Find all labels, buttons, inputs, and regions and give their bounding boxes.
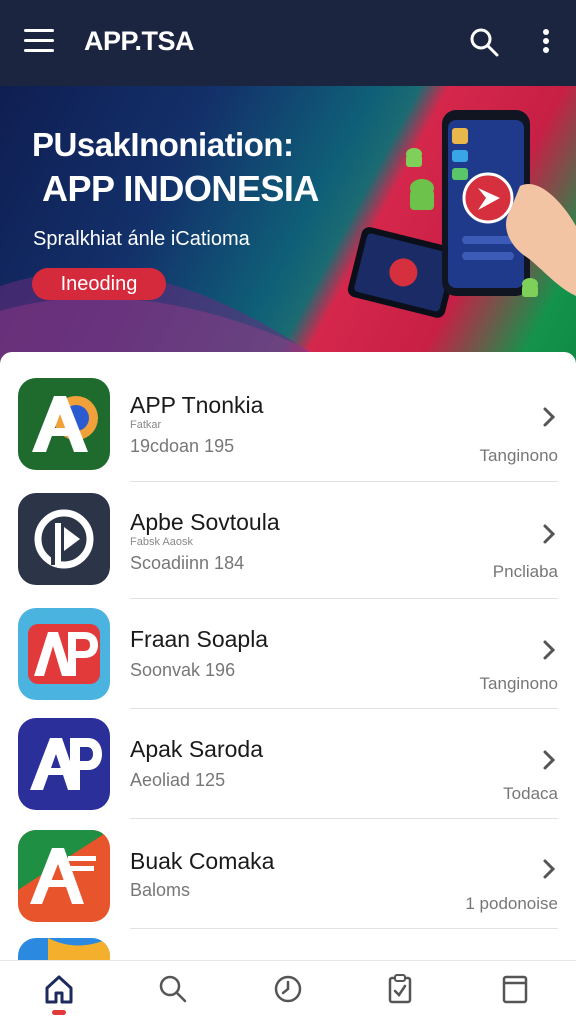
app-icon-partial bbox=[18, 938, 110, 962]
clock-icon[interactable] bbox=[272, 973, 304, 1005]
more-vertical-icon[interactable] bbox=[536, 26, 556, 58]
list-item[interactable]: Fraan Soapla Soonvak 196 Tanginono bbox=[0, 598, 576, 709]
app-meta: Scoadiinn 184 bbox=[130, 553, 245, 573]
a-flag-icon bbox=[18, 830, 110, 922]
app-meta: 19cdoan 195 bbox=[130, 436, 235, 456]
hamburger-menu-icon[interactable] bbox=[24, 29, 54, 53]
search-icon[interactable] bbox=[157, 973, 189, 1005]
list-item[interactable]: Buak Comaka Baloms 1 podonoise bbox=[0, 818, 576, 930]
top-app-bar: APP.TSA bbox=[0, 0, 576, 86]
app-category: 1 podonoise bbox=[465, 894, 558, 913]
home-icon[interactable] bbox=[43, 973, 75, 1005]
app-title: Apak Saroda bbox=[130, 736, 263, 762]
app-meta: Aeoliad 125 bbox=[130, 770, 226, 790]
app-category: Pncliaba bbox=[492, 562, 558, 581]
chevron-right-icon[interactable] bbox=[540, 749, 558, 771]
app-title: Buak Comaka bbox=[130, 848, 275, 874]
list-item[interactable]: APP Tnonkia Fatkar 19cdoan 195 Tanginono bbox=[0, 352, 576, 482]
banner-cta-button[interactable]: Ineoding bbox=[32, 268, 166, 300]
app-category: Tanginono bbox=[479, 674, 558, 693]
app-title: Apbe Sovtoula bbox=[130, 509, 280, 535]
app-meta: Baloms bbox=[130, 880, 191, 900]
list-item[interactable]: Apak Saroda Aeoliad 125 Todaca bbox=[0, 708, 576, 820]
app-category: Tanginono bbox=[479, 446, 558, 465]
bottom-navigation bbox=[0, 960, 576, 1024]
app-title: Fraan Soapla bbox=[130, 626, 269, 652]
banner-headline: PUsakInoniation: bbox=[32, 126, 294, 163]
app-title: APP.TSA bbox=[84, 26, 195, 56]
promo-banner[interactable]: PUsakInoniation: APP INDONESIA Spralkhia… bbox=[0, 86, 576, 366]
banner-subtitle: Spralkhiat ánle iCatioma bbox=[33, 228, 250, 250]
ap-green-orange-icon bbox=[18, 378, 110, 470]
list-item[interactable] bbox=[0, 930, 576, 962]
chevron-right-icon[interactable] bbox=[540, 639, 558, 661]
chevron-right-icon[interactable] bbox=[540, 858, 558, 880]
ap-purple-icon bbox=[18, 718, 110, 810]
chevron-right-icon[interactable] bbox=[540, 406, 558, 428]
app-title: APP Tnonkia bbox=[130, 392, 264, 418]
clipboard-icon[interactable] bbox=[384, 973, 416, 1005]
app-developer: Fatkar bbox=[130, 419, 162, 431]
ap-red-blue-icon bbox=[18, 608, 110, 700]
search-icon[interactable] bbox=[468, 26, 500, 58]
banner-title: APP INDONESIA bbox=[42, 168, 319, 209]
play-circle-icon bbox=[18, 493, 110, 585]
active-tab-indicator bbox=[52, 1010, 66, 1015]
app-category: Todaca bbox=[503, 784, 558, 803]
app-list: APP Tnonkia Fatkar 19cdoan 195 Tanginono… bbox=[0, 352, 576, 962]
book-icon[interactable] bbox=[499, 973, 531, 1005]
list-item[interactable]: Apbe Sovtoula Fabsk Aaosk Scoadiinn 184 … bbox=[0, 482, 576, 599]
app-developer: Fabsk Aaosk bbox=[130, 536, 193, 548]
app-meta: Soonvak 196 bbox=[130, 660, 236, 680]
chevron-right-icon[interactable] bbox=[540, 523, 558, 545]
divider bbox=[130, 928, 558, 929]
